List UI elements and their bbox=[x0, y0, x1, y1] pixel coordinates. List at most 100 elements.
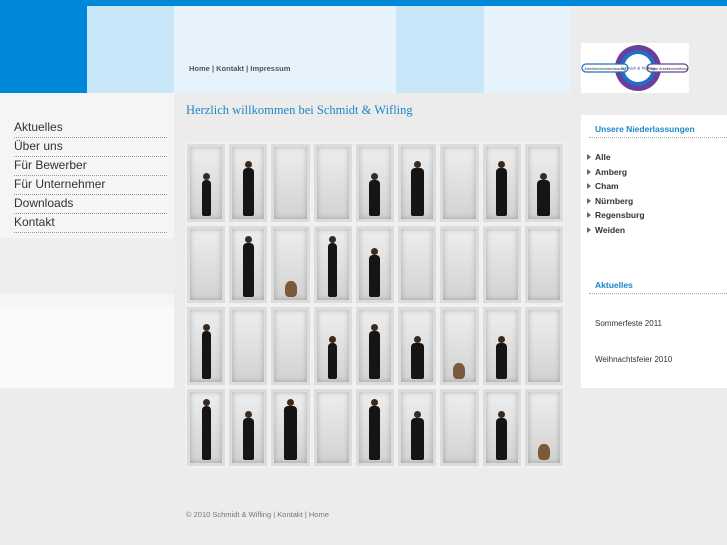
person-figure bbox=[410, 335, 424, 379]
photo-cell bbox=[187, 144, 226, 222]
location-link-regensburg[interactable]: Regensburg bbox=[587, 210, 645, 220]
photo-cell bbox=[271, 307, 310, 385]
nav-home-link[interactable]: Home bbox=[189, 64, 210, 73]
photo-cell bbox=[524, 388, 563, 466]
photo-cell-inner bbox=[401, 228, 434, 300]
sidebar-item-fuer-unternehmer[interactable]: Für Unternehmer bbox=[14, 176, 167, 195]
footer-separator: | bbox=[273, 510, 276, 519]
footer-copyright: © 2010 Schmidt & Wifling bbox=[186, 510, 272, 519]
photo-cell-inner bbox=[443, 147, 476, 219]
sidebar-item-fuer-bewerber[interactable]: Für Bewerber bbox=[14, 157, 167, 176]
top-nav: Home | Kontakt | Impressum bbox=[189, 64, 290, 73]
photo-cell bbox=[482, 144, 521, 222]
photo-cell bbox=[482, 388, 521, 466]
photo-cell bbox=[482, 225, 521, 303]
sidebar-item-downloads[interactable]: Downloads bbox=[14, 195, 167, 214]
person-figure bbox=[201, 323, 211, 379]
photo-cell bbox=[187, 388, 226, 466]
photo-cell bbox=[440, 388, 479, 466]
nav-impressum-link[interactable]: Impressum bbox=[250, 64, 290, 73]
location-link-amberg[interactable]: Amberg bbox=[587, 167, 627, 177]
locations-heading: Unsere Niederlassungen bbox=[595, 124, 695, 134]
location-label: Alle bbox=[595, 152, 611, 162]
nav-kontakt-link[interactable]: Kontakt bbox=[216, 64, 244, 73]
photo-cell bbox=[355, 307, 395, 385]
photo-cell-inner bbox=[527, 310, 560, 382]
arrow-right-icon bbox=[587, 227, 591, 233]
header-block-pale bbox=[174, 6, 396, 93]
person-figure bbox=[328, 335, 338, 379]
photo-cell-inner bbox=[316, 147, 349, 219]
footer: © 2010 Schmidt & Wifling | Kontakt | Hom… bbox=[186, 510, 329, 519]
header-block-light bbox=[396, 6, 484, 93]
photo-cell-inner bbox=[232, 310, 265, 382]
photo-cell-inner bbox=[274, 310, 307, 382]
person-figure bbox=[496, 335, 508, 379]
photo-cell bbox=[524, 144, 563, 222]
photo-cell bbox=[398, 307, 437, 385]
person-figure bbox=[369, 323, 381, 379]
dog-figure bbox=[453, 362, 466, 379]
location-link-alle[interactable]: Alle bbox=[587, 152, 611, 162]
footer-home-link[interactable]: Home bbox=[309, 510, 329, 519]
photo-cell bbox=[187, 307, 226, 385]
person-figure bbox=[537, 172, 551, 216]
location-link-nuernberg[interactable]: Nürnberg bbox=[587, 196, 633, 206]
news-item-weihnachtsfeier[interactable]: Weihnachtsfeier 2010 bbox=[595, 355, 672, 364]
sidebar-band bbox=[0, 238, 174, 294]
photo-cell bbox=[229, 225, 268, 303]
team-photo bbox=[185, 142, 565, 468]
photo-cell bbox=[398, 225, 437, 303]
person-figure bbox=[369, 248, 381, 297]
header-block-pale bbox=[484, 6, 571, 93]
location-label: Weiden bbox=[595, 225, 626, 235]
person-figure bbox=[201, 399, 211, 460]
photo-cell bbox=[187, 225, 226, 303]
photo-cell-inner bbox=[485, 228, 518, 300]
page-title: Herzlich willkommen bei Schmidt & Wiflin… bbox=[186, 103, 413, 117]
photo-cell bbox=[313, 307, 352, 385]
arrow-right-icon bbox=[587, 198, 591, 204]
person-figure bbox=[284, 399, 298, 460]
location-label: Amberg bbox=[595, 167, 628, 177]
photo-cell bbox=[398, 388, 437, 466]
photo-cell bbox=[524, 307, 563, 385]
photo-cell bbox=[271, 388, 310, 466]
photo-cell bbox=[313, 144, 352, 222]
news-heading: Aktuelles bbox=[595, 280, 633, 290]
photo-cell-inner bbox=[316, 391, 349, 463]
location-link-weiden[interactable]: Weiden bbox=[587, 225, 625, 235]
photo-cell bbox=[271, 144, 310, 222]
news-item-sommerfeste[interactable]: Sommerfeste 2011 bbox=[595, 319, 662, 328]
person-figure bbox=[410, 411, 424, 460]
sidebar-item-aktuelles[interactable]: Aktuelles bbox=[14, 119, 167, 138]
logo-left-tag: Arbeitnehmerüberlassung bbox=[584, 67, 625, 71]
location-label: Regensburg bbox=[595, 210, 645, 220]
location-link-cham[interactable]: Cham bbox=[587, 181, 619, 191]
arrow-right-icon bbox=[587, 154, 591, 160]
photo-cell bbox=[271, 225, 310, 303]
photo-cell bbox=[440, 225, 479, 303]
photo-cell bbox=[313, 388, 352, 466]
person-figure bbox=[496, 411, 508, 460]
person-figure bbox=[496, 160, 508, 216]
photo-cell bbox=[440, 144, 479, 222]
person-figure bbox=[369, 399, 381, 460]
logo-wordmark: Schmidt & Wifling bbox=[621, 66, 656, 71]
photo-cell bbox=[398, 144, 437, 222]
sidebar-item-ueber-uns[interactable]: Über uns bbox=[14, 138, 167, 157]
photo-cell-inner bbox=[274, 147, 307, 219]
location-label: Cham bbox=[595, 181, 619, 191]
photo-cell-inner bbox=[443, 228, 476, 300]
person-figure bbox=[328, 236, 338, 297]
arrow-right-icon bbox=[587, 183, 591, 189]
header-block-light bbox=[87, 6, 174, 93]
company-logo[interactable]: Arbeitnehmerüberlassung Private Arbeitsv… bbox=[581, 43, 689, 93]
nav-separator: | bbox=[211, 64, 215, 73]
person-figure bbox=[201, 172, 211, 216]
footer-kontakt-link[interactable]: Kontakt bbox=[277, 510, 302, 519]
location-label: Nürnberg bbox=[595, 196, 634, 206]
footer-separator: | bbox=[304, 510, 307, 519]
photo-cell bbox=[482, 307, 521, 385]
sidebar-item-kontakt[interactable]: Kontakt bbox=[14, 214, 167, 233]
